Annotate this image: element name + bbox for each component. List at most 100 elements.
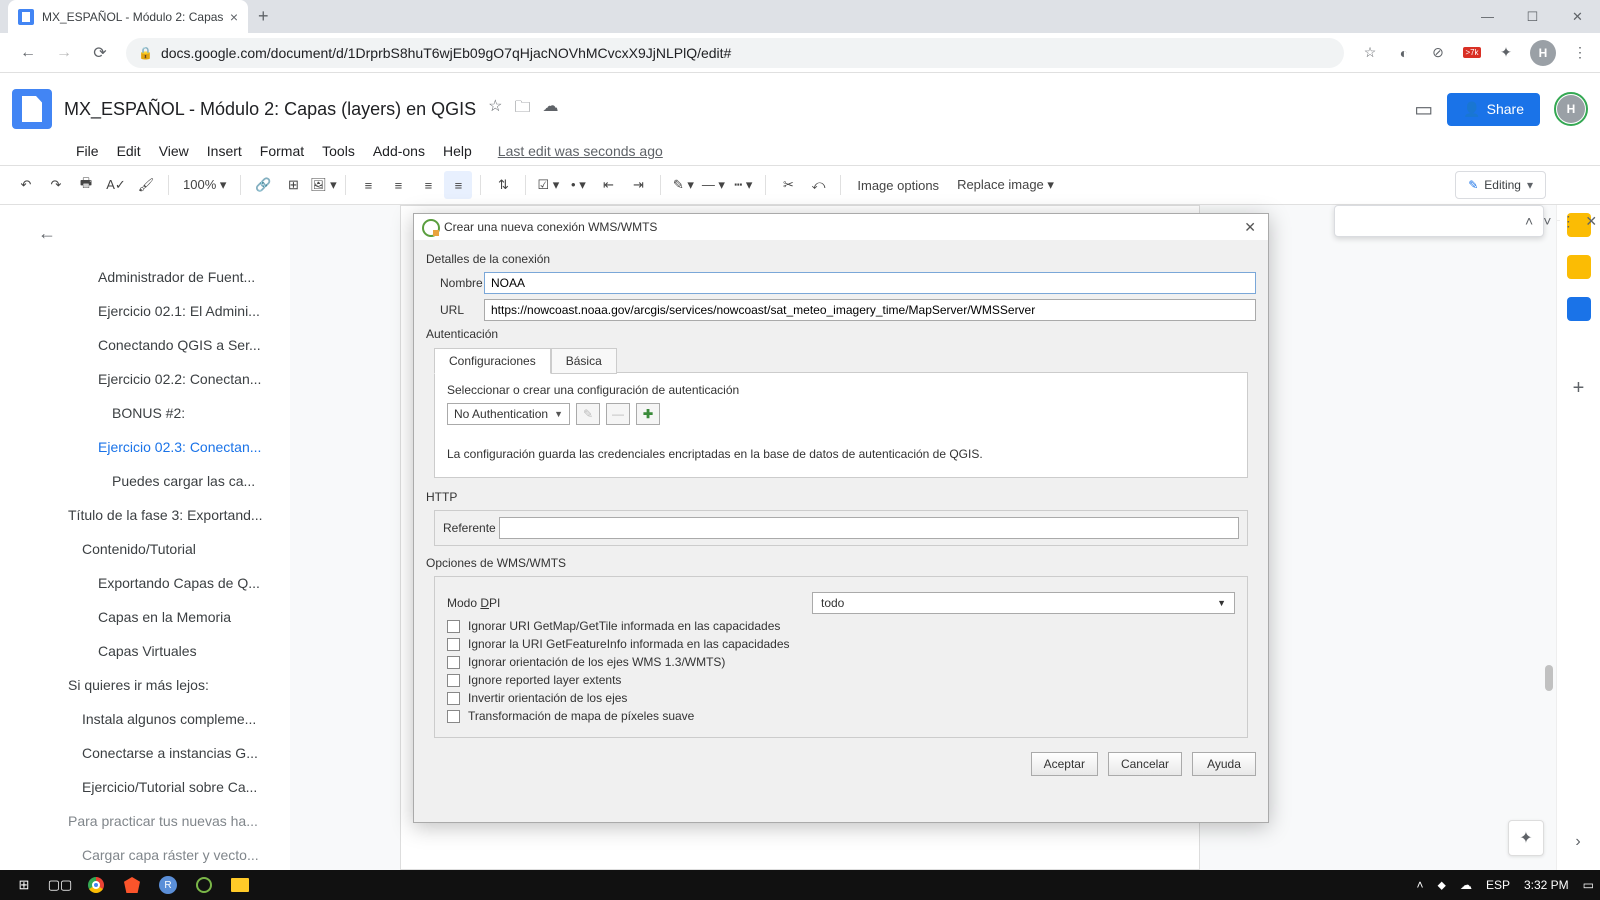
outline-item[interactable]: Ejercicio 02.1: El Admini... [20,294,290,328]
tab-close-icon[interactable]: × [230,9,238,25]
help-button[interactable]: Ayuda [1192,752,1256,776]
align-right-icon[interactable]: ≡ [414,171,442,199]
outline-collapse-icon[interactable]: ← [38,223,290,244]
star-doc-icon[interactable]: ☆ [488,96,502,123]
new-tab-button[interactable]: + [258,6,269,27]
auth-remove-icon[interactable]: — [606,403,630,425]
checkbox-icon[interactable] [447,674,460,687]
browser-tab[interactable]: MX_ESPAÑOL - Módulo 2: Capas × [8,0,248,33]
outline-item[interactable]: Capas en la Memoria [20,600,290,634]
taskbar-chrome-icon[interactable] [78,870,114,900]
wms-checkbox-row[interactable]: Invertir orientación de los ejes [447,691,1235,705]
extensions-icon[interactable]: ✦ [1496,43,1516,63]
collapse-toolbar-icon[interactable]: ʌ [1560,171,1588,199]
doc-title[interactable]: MX_ESPAÑOL - Módulo 2: Capas (layers) en… [64,99,476,120]
extension-icon-1[interactable]: ◐ [1394,43,1414,63]
menu-insert[interactable]: Insert [199,139,250,163]
tray-chevron-icon[interactable]: ˄ [1417,878,1424,892]
dpi-select[interactable]: todo▼ [812,592,1235,614]
link-icon[interactable]: 🔗 [249,171,277,199]
border-dash-icon[interactable]: ┅ ▾ [729,171,757,199]
taskbar-r-icon[interactable]: R [150,870,186,900]
border-weight-icon[interactable]: — ▾ [699,171,727,199]
outline-item[interactable]: Ejercicio 02.2: Conectan... [20,362,290,396]
indent-increase-icon[interactable]: ⇥ [624,171,652,199]
outline-item[interactable]: Título de la fase 3: Exportand... [20,498,290,532]
paint-format-icon[interactable]: 🖌 [132,171,160,199]
dialog-close-icon[interactable]: ✕ [1240,219,1260,236]
menu-view[interactable]: View [151,139,197,163]
menu-addons[interactable]: Add-ons [365,139,433,163]
menu-icon[interactable]: ⋮ [1570,43,1590,63]
line-spacing-icon[interactable]: ⇅ [489,171,517,199]
outline-item[interactable]: Administrador de Fuent... [20,260,290,294]
menu-file[interactable]: File [68,139,107,163]
checklist-icon[interactable]: ☑ ▾ [534,171,562,199]
tray-notifications-icon[interactable]: ▭ [1583,878,1594,892]
checkbox-icon[interactable] [447,656,460,669]
back-button[interactable]: ← [14,39,42,67]
comments-icon[interactable]: ▭ [1414,97,1433,122]
share-button[interactable]: 👤 Share [1447,93,1540,126]
extension-icon-2[interactable]: ⊘ [1428,43,1448,63]
docs-logo-icon[interactable] [12,89,52,129]
name-input[interactable] [484,272,1256,294]
outline-item[interactable]: Conectando QGIS a Ser... [20,328,290,362]
find-input[interactable] [1341,211,1517,231]
outline-item[interactable]: Cargar capa ráster y vecto... [20,838,290,872]
border-color-icon[interactable]: ✎ ▾ [669,171,697,199]
outline-item[interactable]: Para practicar tus nuevas ha... [20,804,290,838]
reload-button[interactable]: ⟳ [86,39,114,67]
align-left-icon[interactable]: ≡ [354,171,382,199]
tray-dropbox-icon[interactable]: ⬥ [1438,878,1446,893]
taskbar-qgis-icon[interactable] [186,870,222,900]
align-center-icon[interactable]: ≡ [384,171,412,199]
outline-item[interactable]: Instala algunos compleme... [20,702,290,736]
checkbox-icon[interactable] [447,638,460,651]
taskbar-brave-icon[interactable] [114,870,150,900]
replace-image-button[interactable]: Replace image ▾ [949,177,1062,193]
outline-item[interactable]: Ejercicio/Tutorial sobre Ca... [20,770,290,804]
wms-checkbox-row[interactable]: Ignorar URI GetMap/GetTile informada en … [447,619,1235,633]
outline-item[interactable]: BONUS #2: [20,396,290,430]
find-close-icon[interactable]: ✕ [1583,213,1599,230]
image-options-button[interactable]: Image options [849,178,947,193]
account-avatar[interactable]: H [1554,92,1588,126]
comment-add-icon[interactable]: ⊞ [279,171,307,199]
auth-edit-icon[interactable]: ✎ [576,403,600,425]
start-button[interactable]: ⊞ [6,870,42,900]
find-prev-icon[interactable]: ˄ [1523,213,1535,229]
outline-item[interactable]: Conectarse a instancias G... [20,736,290,770]
auth-add-icon[interactable]: ✚ [636,403,660,425]
menu-format[interactable]: Format [252,139,312,163]
bullet-list-icon[interactable]: • ▾ [564,171,592,199]
close-icon[interactable]: ✕ [1555,0,1600,33]
forward-button[interactable]: → [50,39,78,67]
minimize-icon[interactable]: — [1465,0,1510,33]
print-icon[interactable]: 🖶 [72,171,100,199]
editing-mode-button[interactable]: ✎ Editing ▾ [1455,171,1546,199]
indent-decrease-icon[interactable]: ⇤ [594,171,622,199]
outline-item[interactable]: Ejercicio 02.3: Conectan... [20,430,290,464]
wms-checkbox-row[interactable]: Ignorar la URI GetFeatureInfo informada … [447,637,1235,651]
maximize-icon[interactable]: ☐ [1510,0,1555,33]
address-field[interactable]: 🔒 docs.google.com/document/d/1DrprbS8huT… [126,38,1344,68]
menu-edit[interactable]: Edit [109,139,149,163]
tray-lang[interactable]: ESP [1486,878,1510,892]
outline-item[interactable]: Exportando Capas de Q... [20,566,290,600]
menu-tools[interactable]: Tools [314,139,363,163]
referer-input[interactable] [499,517,1239,539]
profile-avatar[interactable]: H [1530,40,1556,66]
side-panel-expand-icon[interactable]: › [1564,828,1592,856]
wms-checkbox-row[interactable]: Transformación de mapa de píxeles suave [447,709,1235,723]
reset-image-icon[interactable]: ⤺ [804,171,832,199]
extension-badge-icon[interactable]: >7k [1462,43,1482,63]
task-view-icon[interactable]: ▢▢ [42,870,78,900]
move-doc-icon[interactable]: 🗀 [515,96,531,123]
keep-icon[interactable] [1567,255,1591,279]
image-insert-icon[interactable]: 🖼 ▾ [309,171,337,199]
redo-icon[interactable]: ↷ [42,171,70,199]
outline-item[interactable]: Contenido/Tutorial [20,532,290,566]
tray-onedrive-icon[interactable]: ☁ [1460,878,1472,892]
url-input[interactable] [484,299,1256,321]
